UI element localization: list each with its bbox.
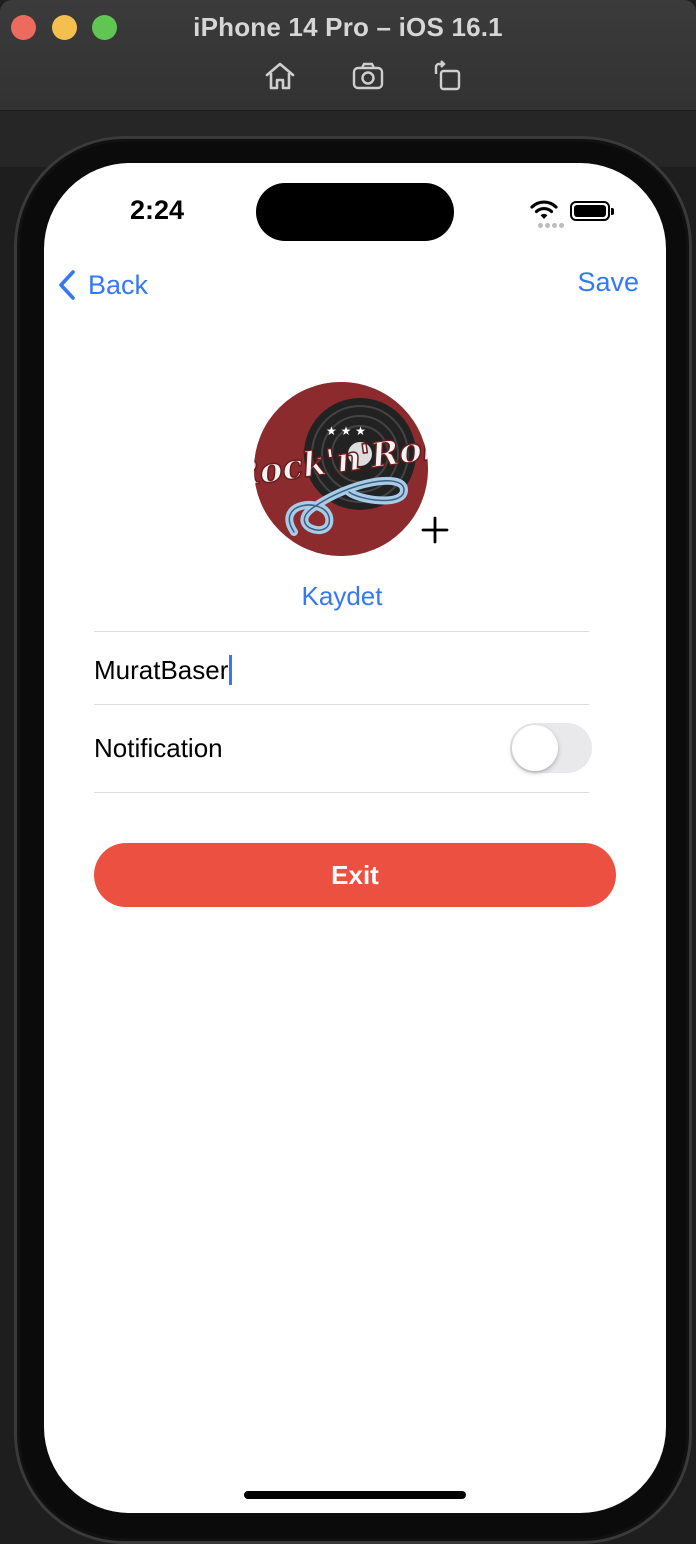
divider <box>94 704 589 705</box>
rotate-button[interactable] <box>430 58 466 94</box>
simulator-titlebar: iPhone 14 Pro – iOS 16.1 <box>0 0 696 111</box>
divider <box>94 631 589 632</box>
screenshot-button[interactable] <box>350 58 386 94</box>
text-caret <box>229 655 233 685</box>
save-button[interactable]: Save <box>577 267 639 298</box>
plus-icon[interactable] <box>420 515 450 545</box>
screenshot-icon <box>352 62 384 90</box>
svg-text:★ ★ ★: ★ ★ ★ <box>326 424 366 438</box>
divider <box>94 792 589 793</box>
wifi-icon <box>530 200 558 219</box>
username-field[interactable]: MuratBaser <box>94 653 574 687</box>
exit-button[interactable]: Exit <box>94 843 616 907</box>
chevron-left-icon <box>59 270 75 300</box>
dynamic-island <box>256 183 454 241</box>
home-icon <box>265 62 295 90</box>
toggle-knob <box>512 725 558 771</box>
back-button[interactable]: Back <box>56 267 148 303</box>
status-time: 2:24 <box>130 195 185 225</box>
window-title: iPhone 14 Pro – iOS 16.1 <box>193 12 503 42</box>
battery-icon <box>570 201 614 221</box>
username-value: MuratBaser <box>94 654 229 685</box>
back-label: Back <box>88 269 149 300</box>
rotate-icon <box>434 60 461 91</box>
home-indicator[interactable] <box>244 1491 466 1499</box>
profile-avatar[interactable]: ★ ★ ★ Rock'n'Roll <box>254 382 428 556</box>
home-button[interactable] <box>262 58 298 94</box>
app-screen: 2:24 Back Save ★ ★ ★ Rock'n'Roll Kaydet … <box>44 163 666 1513</box>
save-photo-button[interactable]: Kaydet <box>44 581 640 612</box>
notification-toggle[interactable] <box>510 723 592 773</box>
notification-label: Notification <box>94 733 223 763</box>
rock-n-roll-logo: ★ ★ ★ Rock'n'Roll <box>254 382 428 556</box>
